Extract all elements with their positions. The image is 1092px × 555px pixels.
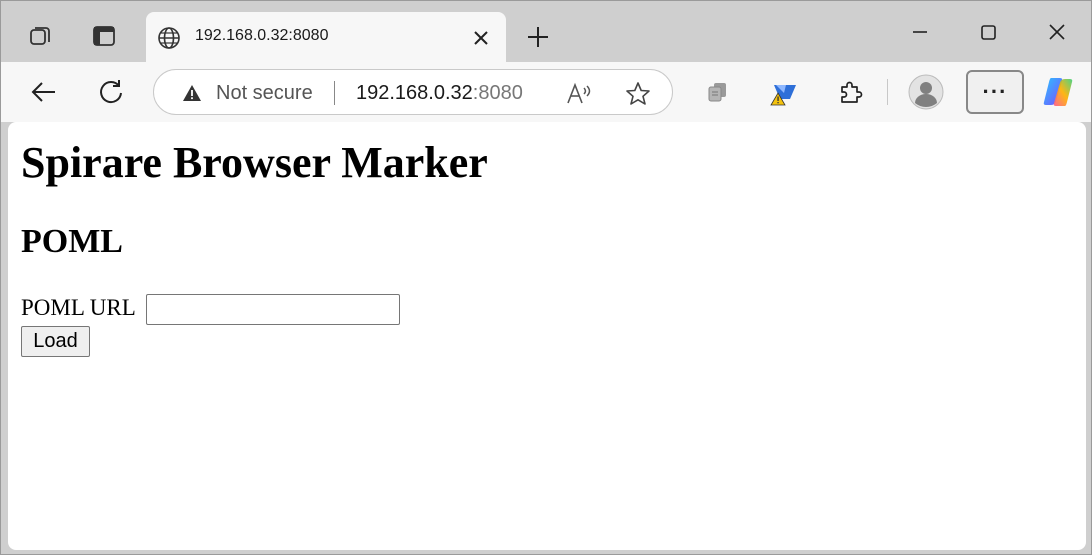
star-icon[interactable] [624, 80, 652, 108]
section-heading: POML [21, 223, 123, 260]
globe-icon [158, 27, 180, 49]
more-menu-icon: ··· [982, 79, 1008, 104]
security-indicator[interactable]: Not secure [216, 82, 313, 105]
tab-bar: 192.168.0.32:8080 [1, 1, 1091, 62]
read-aloud-icon[interactable] [566, 81, 594, 107]
maximize-icon[interactable] [973, 19, 1003, 47]
browser-window: 192.168.0.32:8080 Not secure 192.168.0.3… [0, 0, 1092, 555]
active-tab[interactable]: 192.168.0.32:8080 [146, 12, 506, 62]
copilot-icon[interactable] [1041, 75, 1075, 109]
more-menu-button[interactable]: ··· [966, 70, 1024, 114]
page-title: Spirare Browser Marker [21, 138, 488, 187]
minimize-icon[interactable] [905, 19, 935, 47]
tab-title: 192.168.0.32:8080 [195, 27, 329, 44]
url-text[interactable]: 192.168.0.32:8080 [356, 82, 523, 105]
poml-url-label: POML URL [21, 295, 136, 320]
puzzle-icon[interactable] [836, 77, 866, 107]
plus-icon[interactable] [524, 23, 552, 51]
load-button[interactable]: Load [21, 326, 90, 357]
profile-avatar-icon[interactable] [908, 74, 944, 110]
toolbar-divider [887, 79, 888, 105]
address-separator [334, 81, 335, 105]
url-host: 192.168.0.32 [356, 82, 473, 104]
warning-icon[interactable] [182, 83, 202, 103]
url-port: :8080 [472, 82, 523, 104]
page-content: Spirare Browser Marker POML POML URL Loa… [8, 122, 1086, 550]
close-window-icon[interactable] [1042, 19, 1072, 47]
tab-actions-icon[interactable] [91, 23, 117, 49]
collections-icon[interactable] [704, 77, 734, 107]
navigation-toolbar: Not secure 192.168.0.32:8080 ··· [1, 62, 1091, 122]
extension-icon[interactable] [770, 77, 800, 107]
close-icon[interactable] [471, 28, 491, 48]
poml-url-input[interactable] [146, 294, 400, 325]
back-arrow-icon[interactable] [29, 77, 59, 107]
refresh-icon[interactable] [96, 77, 126, 107]
address-bar[interactable]: Not secure 192.168.0.32:8080 [153, 69, 673, 115]
workspaces-icon[interactable] [28, 23, 54, 49]
